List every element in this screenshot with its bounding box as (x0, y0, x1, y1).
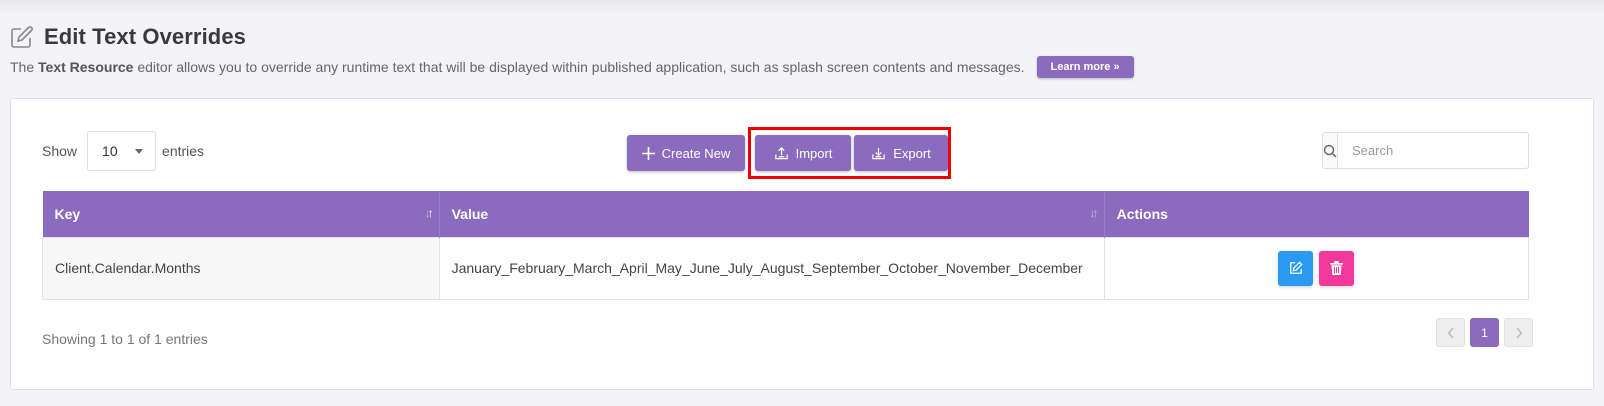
sort-asc-icon: ↓↑ (424, 206, 434, 220)
table-card: Show 10 entries Create New Import Export (10, 98, 1594, 390)
row-value-cell: January_February_March_April_May_June_Ju… (438, 236, 1105, 300)
page-length-value: 10 (102, 143, 118, 159)
table-info: Showing 1 to 1 of 1 entries (42, 331, 208, 347)
show-label: Show (42, 143, 78, 159)
create-new-button[interactable]: Create New (627, 135, 745, 171)
column-header-key[interactable]: Key ↓↑ (42, 191, 440, 237)
column-header-actions-label: Actions (1116, 205, 1168, 222)
page-header: Edit Text Overrides The Text Resource ed… (10, 24, 1590, 78)
row-actions-cell (1103, 236, 1530, 300)
pagination: 1 (1431, 318, 1533, 347)
toolbar: Create New Import Export (627, 135, 951, 171)
data-table: Key ↓↑ Value ↓↑ Actions Client.Calendar.… (42, 191, 1530, 300)
search-input[interactable] (1338, 133, 1528, 168)
create-new-label: Create New (661, 145, 731, 161)
column-header-actions: Actions (1104, 191, 1529, 237)
description-text: The Text Resource editor allows you to o… (10, 59, 1025, 75)
edit-icon (11, 26, 33, 48)
sort-icon: ↓↑ (1089, 206, 1099, 220)
chevron-left-icon (1446, 326, 1454, 339)
edit-icon (1289, 261, 1303, 274)
trash-icon (1330, 261, 1344, 275)
delete-row-button[interactable] (1319, 250, 1355, 286)
column-header-value[interactable]: Value ↓↑ (439, 191, 1105, 237)
title-row: Edit Text Overrides (10, 24, 1590, 50)
description-bold: Text Resource (38, 59, 134, 75)
plus-icon (641, 146, 655, 160)
description-suffix: editor allows you to override any runtim… (133, 59, 1025, 75)
search-group (1322, 132, 1529, 169)
edit-row-button[interactable] (1278, 250, 1314, 286)
export-label: Export (893, 145, 931, 161)
column-header-value-label: Value (451, 205, 489, 222)
page-description: The Text Resource editor allows you to o… (10, 56, 1590, 78)
row-key-cell: Client.Calendar.Months (42, 236, 440, 300)
export-button[interactable]: Export (854, 135, 948, 171)
next-page-button[interactable] (1504, 318, 1533, 347)
search-addon (1323, 133, 1338, 168)
caret-down-icon (135, 148, 144, 154)
download-icon (872, 147, 885, 159)
upload-icon (774, 146, 788, 159)
entries-label: entries (162, 143, 205, 159)
import-button[interactable]: Import (755, 135, 851, 171)
length-control: Show 10 entries (42, 131, 204, 171)
page-button-current[interactable]: 1 (1470, 318, 1499, 347)
import-label: Import (795, 145, 833, 161)
top-shadow (0, 0, 1604, 14)
chevron-right-icon (1515, 326, 1523, 339)
page-title: Edit Text Overrides (44, 24, 247, 49)
search-icon (1323, 144, 1337, 157)
description-prefix: The (10, 59, 39, 75)
table-header: Key ↓↑ Value ↓↑ Actions (42, 191, 1529, 237)
column-header-key-label: Key (54, 205, 81, 222)
page-length-select[interactable]: 10 (87, 131, 157, 171)
previous-page-button[interactable] (1436, 318, 1465, 347)
learn-more-button[interactable]: Learn more » (1036, 56, 1134, 78)
table-row: Client.Calendar.Months January_February_… (42, 236, 1530, 300)
